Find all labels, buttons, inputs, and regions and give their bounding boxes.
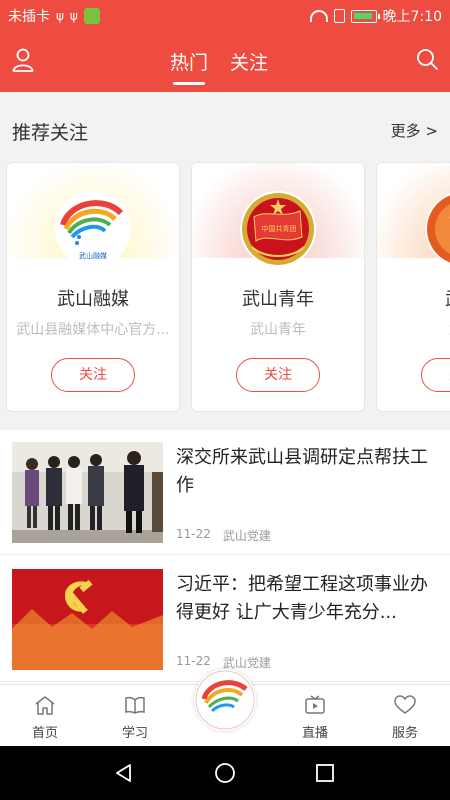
account-card[interactable]: 武山 武山 关注 [376,162,450,412]
section-title: 推荐关注 [12,122,89,144]
account-description: 武山县融媒体中心官方... [16,322,170,338]
nav-label: 直播 [301,726,328,741]
book-icon [125,696,145,714]
bottom-nav: 首页 学习 直播 服务 [0,669,450,746]
tab-follow[interactable]: 关注 [230,48,268,87]
account-description: 武山青年 [250,322,306,338]
news-thumbnail [12,569,163,670]
nav-service[interactable]: 服务 [375,695,435,741]
news-item[interactable]: 深交所来武山县调研定点帮扶工作 11-22 武山党建 [0,430,450,555]
back-icon[interactable] [113,762,135,784]
nav-study[interactable]: 学习 [105,695,165,741]
account-card[interactable]: 中国共青团 武山青年 武山青年 关注 [191,162,365,412]
nav-live[interactable]: 直播 [285,695,345,741]
top-bar: 未插卡 ψ ψ 晚上7:10 热门 关注 [0,0,450,92]
search-icon[interactable] [416,48,438,70]
account-name: 武山融媒 [57,289,129,310]
logo-caption: 中国共青团 [262,224,297,233]
system-nav-bar [0,746,450,800]
usb-icon-2: ψ [69,9,78,23]
nav-label: 学习 [121,726,148,741]
follow-button[interactable]: 关注 [51,358,135,392]
news-date: 11-22 [176,527,211,541]
sim-icon [333,9,345,23]
nav-home[interactable]: 首页 [15,695,75,741]
news-title: 深交所来武山县调研定点帮扶工作 [176,447,428,496]
app-header: 热门 关注 [0,30,450,92]
recommend-carousel[interactable]: 武山融媒 武山融媒 武山县融媒体中心官方... 关注 中国共青团 武山青年 武山… [0,162,450,414]
follow-button[interactable]: 关注 [236,358,320,392]
account-name: 武山 [377,285,450,311]
usb-icon: ψ [56,9,64,23]
nav-label: 服务 [391,726,418,741]
battery-icon [350,9,380,23]
news-meta: 11-22 武山党建 [176,527,271,544]
news-date: 11-22 [176,654,211,668]
home-icon [35,696,55,715]
center-logo-button[interactable] [194,669,256,731]
news-item[interactable]: 习近平：把希望工程这项事业办得更好 让广大青少年充分... 11-22 武山党建 [0,557,450,682]
wifi-icon [309,10,328,22]
clock: 晚上7:10 [382,9,442,25]
tab-hot[interactable]: 热门 [170,48,208,87]
more-link[interactable]: 更多 > [391,120,438,141]
status-bar: 未插卡 ψ ψ 晚上7:10 [0,0,450,30]
nav-label: 首页 [31,726,58,741]
follow-button[interactable]: 关注 [421,358,450,392]
heart-icon [394,695,416,714]
account-card[interactable]: 武山融媒 武山融媒 武山县融媒体中心官方... 关注 [6,162,180,412]
account-name: 武山青年 [242,289,314,310]
news-title: 习近平：把希望工程这项事业办得更好 让广大青少年充分... [176,574,428,623]
recommend-header: 推荐关注 更多 > [0,92,450,162]
recent-apps-icon[interactable] [314,762,336,784]
youth-league-logo: 中国共青团 [240,191,316,267]
header-tabs: 热门 关注 [170,48,268,87]
wushan-media-logo: 武山融媒 [55,191,131,267]
carrier-text: 未插卡 [8,9,50,25]
news-source: 武山党建 [222,529,271,543]
logo-caption: 武山融媒 [79,251,107,260]
app-notification-icon [83,8,100,24]
user-icon[interactable] [12,48,34,72]
tv-icon [305,695,325,714]
account-description: 武山 [385,319,450,339]
news-list: 深交所来武山县调研定点帮扶工作 11-22 武山党建 习近平：把希望工程这项事业… [0,430,450,684]
home-circle-icon[interactable] [214,762,236,784]
news-thumbnail [12,442,163,543]
